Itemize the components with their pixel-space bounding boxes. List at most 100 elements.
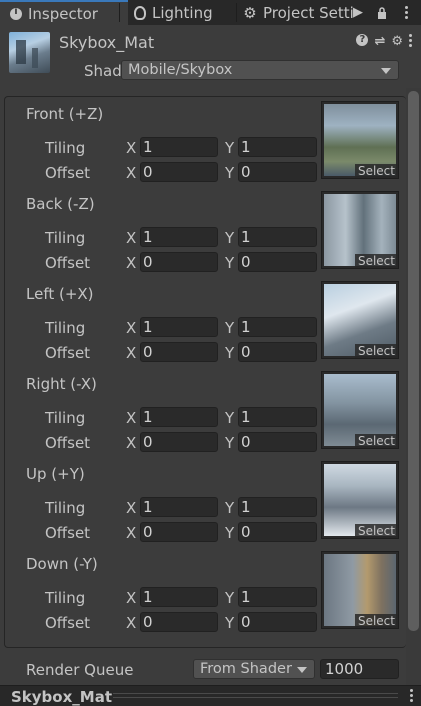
texture-select-button[interactable]: Select [354,434,398,448]
offset-y-field[interactable]: 0 [238,162,317,182]
texture-select-button[interactable]: Select [354,254,398,268]
footer-more-icon[interactable] [410,689,413,692]
offset-y-label: Y [225,524,235,542]
render-queue-value-field[interactable]: 1000 [320,659,399,679]
texture-slot[interactable]: Select [321,461,399,539]
settings-gear-icon[interactable]: ⚙ [391,34,403,49]
shader-value: Mobile/Skybox [128,62,233,78]
face-title: Back (-Z) [26,195,95,213]
tiling-x-field[interactable]: 1 [140,497,218,517]
offset-y-label: Y [225,254,235,272]
shader-dropdown[interactable]: Mobile/Skybox [121,60,399,80]
tiling-y-field[interactable]: 1 [238,227,317,247]
tiling-y-field[interactable]: 1 [238,407,317,427]
tiling-y-field[interactable]: 1 [238,317,317,337]
offset-x-label: X [126,344,137,362]
offset-y-field[interactable]: 0 [238,252,317,272]
offset-x-label: X [126,164,137,182]
offset-label: Offset [45,524,91,542]
tiling-x-label: X [126,499,137,517]
offset-label: Offset [45,614,91,632]
face-title: Down (-Y) [26,555,98,573]
texture-select-button[interactable]: Select [354,164,398,178]
offset-y-label: Y [225,164,235,182]
offset-x-field[interactable]: 0 [140,342,218,362]
chevron-down-icon [297,667,307,673]
offset-x-field[interactable]: 0 [140,432,218,452]
drag-handle-line[interactable] [113,697,398,698]
tiling-x-field[interactable]: 1 [140,137,218,157]
render-queue-mode-dropdown[interactable]: From Shader [193,659,315,679]
tab-inspector-label: Inspector [28,4,98,23]
tiling-x-field[interactable]: 1 [140,227,218,247]
tab-divider [119,3,120,22]
offset-y-field[interactable]: 0 [238,522,317,542]
tiling-x-field[interactable]: 1 [140,587,218,607]
preview-footer: Skybox_Mat [0,685,421,706]
offset-y-field[interactable]: 0 [238,432,317,452]
footer-title: Skybox_Mat [11,688,112,706]
tiling-x-label: X [126,589,137,607]
tiling-y-label: Y [225,589,235,607]
face-title: Right (-X) [26,375,97,393]
lock-icon[interactable] [373,0,391,25]
bulb-icon [134,5,146,20]
texture-slot[interactable]: Select [321,101,399,179]
tab-lighting[interactable]: Lighting [124,0,244,25]
more-options-icon[interactable] [397,0,415,25]
help-icon[interactable]: ? [356,34,369,46]
drag-handle-line[interactable] [113,693,398,694]
tiling-x-label: X [126,409,137,427]
tiling-label: Tiling [45,139,86,157]
texture-slot[interactable]: Select [321,551,399,629]
offset-x-field[interactable]: 0 [140,252,218,272]
material-header: Skybox_Mat ? ⇌ ⚙ Shader Mobile/Skybox [0,25,421,89]
offset-label: Offset [45,164,91,182]
tiling-x-label: X [126,229,137,247]
tiling-x-field[interactable]: 1 [140,407,218,427]
texture-slot[interactable]: Select [321,191,399,269]
tab-scroll-right-button[interactable]: ▶ [351,0,365,25]
tiling-y-field[interactable]: 1 [238,497,317,517]
offset-y-field[interactable]: 0 [238,342,317,362]
offset-x-field[interactable]: 0 [140,612,218,632]
texture-select-button[interactable]: Select [354,524,398,538]
tiling-y-label: Y [225,409,235,427]
tiling-y-field[interactable]: 1 [238,137,317,157]
offset-label: Offset [45,344,91,362]
offset-x-label: X [126,254,137,272]
tiling-y-label: Y [225,319,235,337]
offset-y-label: Y [225,434,235,452]
render-queue-label: Render Queue [26,661,134,679]
face-title: Front (+Z) [26,105,104,123]
texture-slot[interactable]: Select [321,371,399,449]
offset-y-field[interactable]: 0 [238,612,317,632]
tiling-x-label: X [126,139,137,157]
tab-inspector[interactable]: Inspector [0,0,128,25]
tiling-x-field[interactable]: 1 [140,317,218,337]
offset-y-label: Y [225,344,235,362]
tiling-x-label: X [126,319,137,337]
render-queue-mode: From Shader [200,661,292,677]
scrollbar-thumb[interactable] [408,91,419,631]
tiling-y-field[interactable]: 1 [238,587,317,607]
offset-x-field[interactable]: 0 [140,162,218,182]
gear-icon: ⚙ [243,3,257,22]
offset-x-label: X [126,434,137,452]
info-icon [10,6,22,20]
tiling-y-label: Y [225,139,235,157]
tab-project-settings[interactable]: ⚙ Project Setti [233,0,361,25]
chevron-down-icon [381,68,391,74]
texture-select-button[interactable]: Select [354,614,398,628]
header-more-icon[interactable] [409,34,413,49]
texture-slot[interactable]: Select [321,281,399,359]
tab-bar: Inspector Lighting ⚙ Project Setti ▶ [0,0,421,25]
face-title: Left (+X) [26,285,94,303]
offset-x-label: X [126,614,137,632]
texture-select-button[interactable]: Select [354,344,398,358]
preset-icon[interactable]: ⇌ [374,34,385,49]
tiling-label: Tiling [45,229,86,247]
offset-x-field[interactable]: 0 [140,522,218,542]
offset-label: Offset [45,254,91,272]
tiling-label: Tiling [45,319,86,337]
